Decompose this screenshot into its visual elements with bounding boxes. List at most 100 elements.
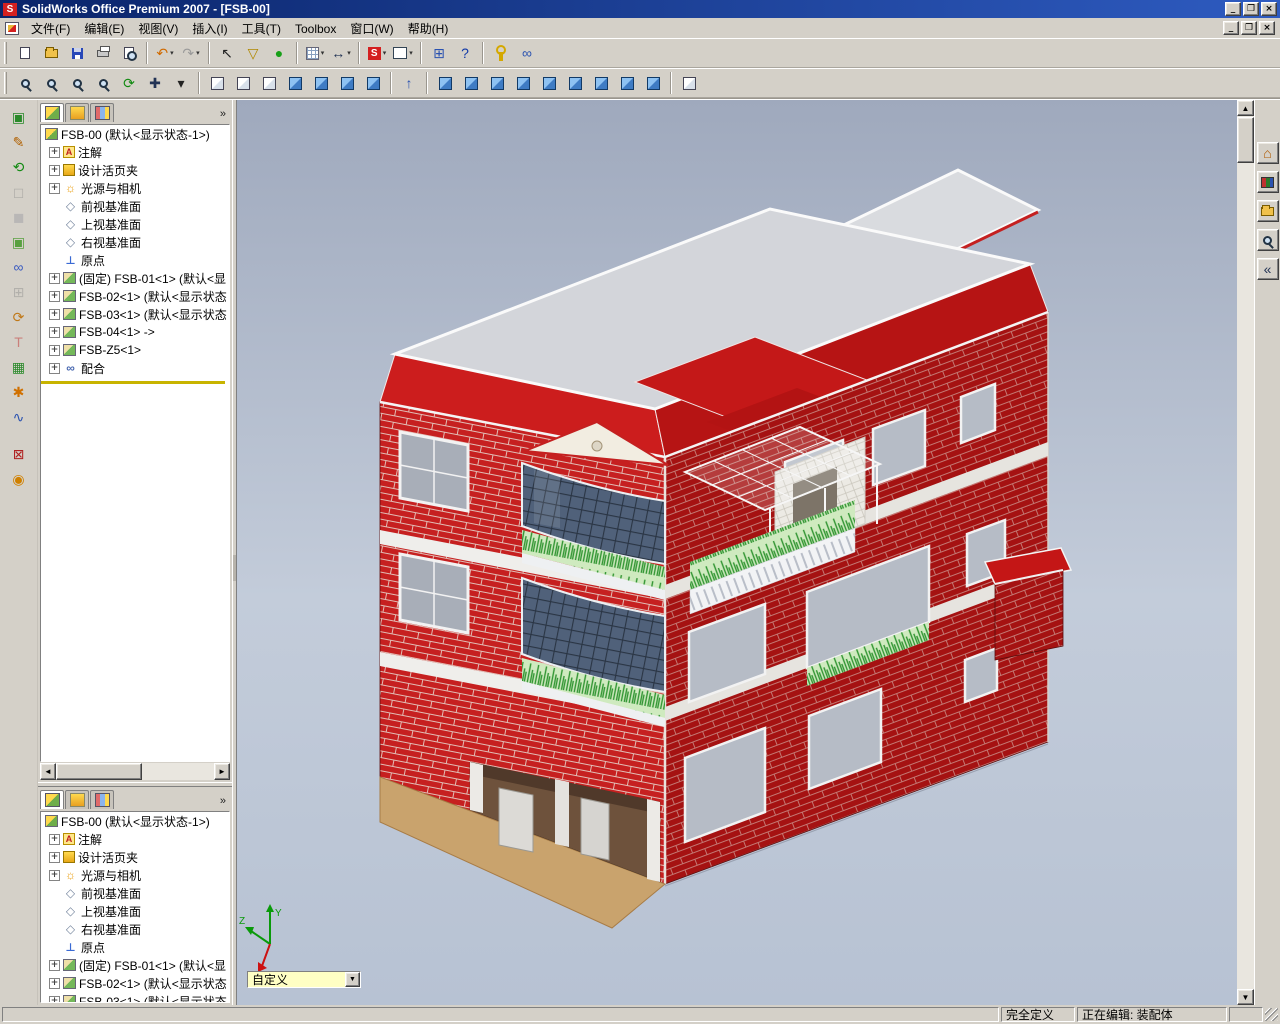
tree-expander[interactable] [49, 146, 60, 158]
tree-item[interactable]: 右视基准面 [47, 233, 229, 251]
hyperlink[interactable]: ∞ [515, 41, 539, 65]
zoom-to-area[interactable] [39, 71, 63, 95]
zoom-to-selection[interactable] [91, 71, 115, 95]
featuremanager-tab[interactable] [40, 790, 64, 809]
tree-item[interactable]: FSB-04<1> -> [47, 323, 229, 341]
maximize-button[interactable]: ❐ [1243, 2, 1259, 16]
open[interactable] [39, 41, 63, 65]
tree-expander[interactable] [49, 833, 60, 845]
save[interactable] [65, 41, 89, 65]
splitter-grip[interactable] [233, 555, 236, 581]
menu-item[interactable]: 编辑(E) [77, 20, 131, 38]
tree-item[interactable]: FSB-00 (默认<显示状态-1>) [43, 125, 229, 143]
tree-expander[interactable] [49, 995, 60, 1002]
tree-item[interactable]: 上视基准面 [47, 215, 229, 233]
smart-components[interactable]: T [5, 330, 33, 353]
toolbar-button[interactable] [426, 72, 428, 94]
pan[interactable]: ✚ [143, 71, 167, 95]
tree-expander[interactable] [49, 362, 60, 374]
tree-item[interactable] [41, 380, 225, 384]
normal-to[interactable]: ↑ [397, 71, 421, 95]
toolbar-button[interactable] [358, 42, 360, 64]
change-transparency[interactable]: ◼ [5, 205, 33, 228]
edit-color[interactable] [365, 41, 389, 65]
scroll-up-button[interactable]: ▲ [1237, 100, 1254, 116]
document-icon[interactable] [5, 21, 19, 35]
custom-view-combo[interactable]: 自定义 ▼ [247, 971, 361, 988]
tree-item[interactable]: 上视基准面 [47, 902, 229, 920]
mate[interactable]: ∞ [5, 255, 33, 278]
design-library[interactable] [1256, 171, 1279, 193]
tree-item[interactable]: 右视基准面 [47, 920, 229, 938]
tree-item[interactable]: 注解 [47, 830, 229, 848]
zoom-in-out[interactable] [65, 71, 89, 95]
insert-components[interactable]: ▣ [5, 105, 33, 128]
mdi-minimize-button[interactable]: _ [1223, 21, 1239, 35]
tree-expander[interactable] [49, 977, 60, 989]
model-3d-building[interactable]: Y Z X [237, 100, 1237, 1005]
close-button[interactable]: × [1261, 2, 1277, 16]
hidden-lines-visible[interactable] [231, 71, 255, 95]
circular-component-pattern[interactable]: ⟳ [5, 305, 33, 328]
view-layout[interactable] [391, 41, 415, 65]
tree-expander[interactable] [49, 869, 60, 881]
toolbar-button[interactable] [482, 42, 484, 64]
smart-fasteners[interactable] [489, 41, 513, 65]
panel-collapse-chevron[interactable]: » [220, 108, 230, 122]
tree-item[interactable]: 设计活页夹 [47, 161, 229, 179]
sketch[interactable] [303, 41, 327, 65]
tree-item[interactable]: 注解 [47, 143, 229, 161]
explode-line-sketch[interactable]: ∿ [5, 405, 33, 428]
exploded-view[interactable]: ✱ [5, 380, 33, 403]
right-view[interactable] [511, 71, 535, 95]
tree-item[interactable]: (固定) FSB-01<1> (默认<显 [47, 269, 229, 287]
collapse-taskpane[interactable]: « [1256, 258, 1279, 280]
tree-item[interactable]: FSB-03<1> (默认<显示状态 [47, 992, 229, 1002]
tree-expander[interactable] [49, 851, 60, 863]
tree-item[interactable]: FSB-00 (默认<显示状态-1>) [43, 812, 229, 830]
mdi-restore-button[interactable]: ❐ [1241, 21, 1257, 35]
file-explorer[interactable] [1256, 200, 1279, 222]
combo-dropdown-button[interactable]: ▼ [345, 972, 360, 987]
hidden-lines-removed[interactable] [257, 71, 281, 95]
print[interactable] [91, 41, 115, 65]
back-view[interactable] [459, 71, 483, 95]
tree-item[interactable]: 前视基准面 [47, 197, 229, 215]
bottom-view[interactable] [563, 71, 587, 95]
tree-item[interactable]: 光源与相机 [47, 866, 229, 884]
redo[interactable]: ↷ [179, 41, 203, 65]
scroll-down-button[interactable]: ▼ [1237, 989, 1254, 1005]
selection-filter[interactable]: ▽ [241, 41, 265, 65]
tree-expander[interactable] [49, 308, 60, 320]
show-hidden-components[interactable]: ▣ [5, 230, 33, 253]
rotate-component[interactable]: ⟲ [5, 155, 33, 178]
tree-expander[interactable] [49, 164, 60, 176]
graphics-viewport[interactable]: Y Z X [237, 100, 1237, 1005]
menu-item[interactable]: Toolbox [288, 20, 343, 38]
toolbar-button[interactable] [420, 42, 422, 64]
left-view[interactable] [485, 71, 509, 95]
interference-detection[interactable]: ⊠ [5, 442, 33, 465]
menu-item[interactable]: 窗口(W) [343, 20, 400, 38]
menu-item[interactable]: 文件(F) [24, 20, 77, 38]
mdi-close-button[interactable]: × [1259, 21, 1275, 35]
tree-expander[interactable] [49, 182, 60, 194]
tree-item[interactable]: 光源与相机 [47, 179, 229, 197]
view-orientation[interactable] [677, 71, 701, 95]
tree-expander[interactable] [49, 326, 60, 338]
wireframe[interactable] [205, 71, 229, 95]
help[interactable]: ? [453, 41, 477, 65]
toolbox-browser[interactable]: ⊞ [427, 41, 451, 65]
propertymanager-tab[interactable] [65, 790, 89, 809]
tree-expander[interactable] [49, 344, 60, 356]
tree-item[interactable]: FSB-03<1> (默认<显示状态 [47, 305, 229, 323]
scrollbar-thumb[interactable] [1237, 117, 1254, 163]
smart-dimension[interactable]: ↔ [329, 41, 353, 65]
hide-show-components[interactable]: ◻ [5, 180, 33, 203]
menu-item[interactable]: 插入(I) [185, 20, 234, 38]
menu-item[interactable]: 视图(V) [131, 20, 185, 38]
tree-item[interactable]: (固定) FSB-01<1> (默认<显 [47, 956, 229, 974]
search[interactable] [1256, 229, 1279, 251]
viewport-vertical-scrollbar[interactable]: ▲ ▼ [1237, 100, 1254, 1005]
solidworks-resources[interactable]: ⌂ [1256, 142, 1279, 164]
